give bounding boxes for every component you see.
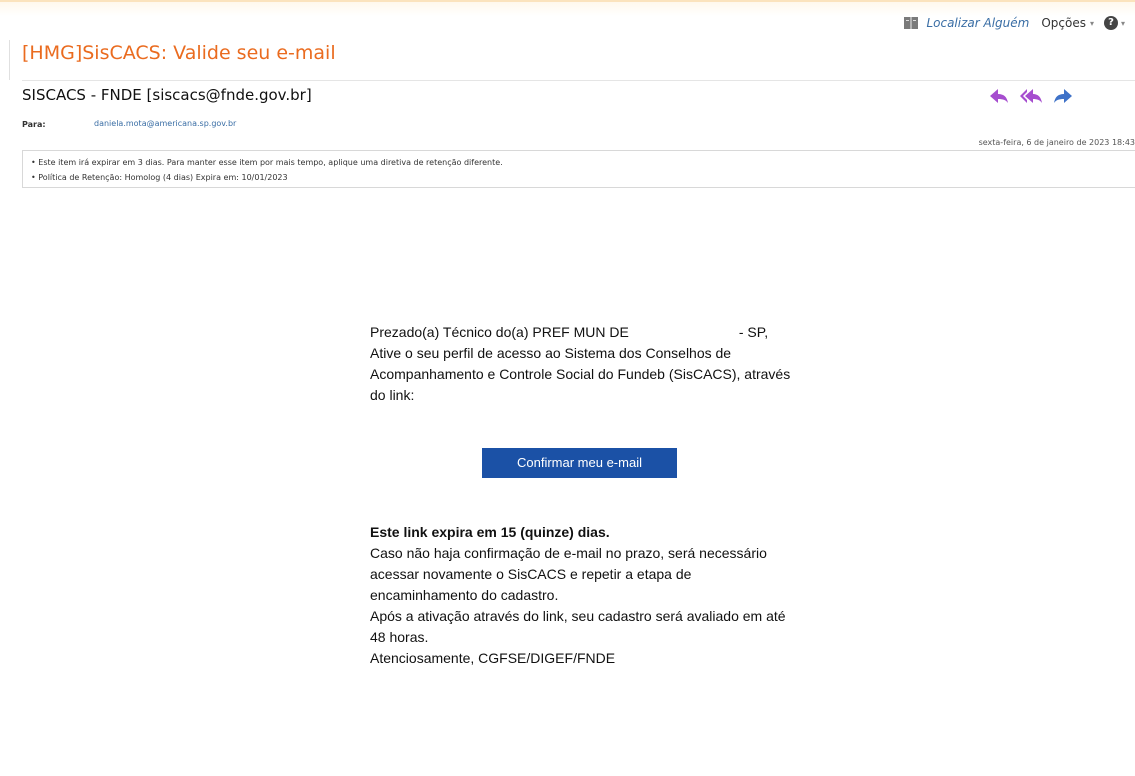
greeting-prefix: Prezado(a) Técnico do(a) PREF MUN DE: [370, 324, 629, 340]
confirm-email-button[interactable]: Confirmar meu e-mail: [482, 448, 677, 478]
reply-icon[interactable]: [988, 86, 1010, 106]
help-chevron-down-icon[interactable]: ▾: [1121, 19, 1125, 28]
options-chevron-down-icon[interactable]: ▾: [1090, 19, 1094, 28]
help-icon[interactable]: ?: [1103, 16, 1118, 30]
message-body-intro: Prezado(a) Técnico do(a) PREF MUN DE - SP…: [370, 322, 800, 406]
intro-text: Ative o seu perfil de acesso ao Sistema …: [370, 345, 791, 403]
evaluation-text: Após a ativação através do link, seu cad…: [370, 608, 786, 645]
expiry-title: Este link expira em 15 (quinze) dias.: [370, 524, 610, 540]
forward-icon[interactable]: [1052, 86, 1074, 106]
divider: [9, 40, 10, 80]
top-bar: Localizar Alguém Opções ▾ ? ▾: [0, 0, 1135, 40]
message-actions: [988, 86, 1074, 106]
to-label: Para:: [22, 120, 46, 129]
message-body-details: Este link expira em 15 (quinze) dias. Ca…: [370, 522, 800, 669]
reply-all-icon[interactable]: [1020, 86, 1042, 106]
top-toolbar: Localizar Alguém Opções ▾ ? ▾: [904, 14, 1125, 32]
message-date: sexta-feira, 6 de janeiro de 2023 18:43: [978, 138, 1135, 147]
notice-line: • Este item irá expirar em 3 dias. Para …: [31, 158, 503, 167]
options-menu[interactable]: Opções: [1041, 16, 1086, 30]
greeting-suffix: - SP,: [738, 324, 769, 340]
recipient-link[interactable]: daniela.mota@americana.sp.gov.br: [94, 119, 236, 128]
find-someone-link[interactable]: Localizar Alguém: [926, 16, 1029, 30]
address-book-icon[interactable]: [904, 17, 919, 29]
divider: [22, 80, 1135, 81]
retention-notice: • Este item irá expirar em 3 dias. Para …: [22, 150, 1135, 188]
message-sender: SISCACS - FNDE [siscacs@fnde.gov.br]: [22, 86, 312, 104]
signature: Atenciosamente, CGFSE/DIGEF/FNDE: [370, 650, 616, 666]
expiry-text: Caso não haja confirmação de e-mail no p…: [370, 545, 767, 603]
message-subject: [HMG]SisCACS: Valide seu e-mail: [22, 42, 336, 64]
notice-line: • Política de Retenção: Homolog (4 dias)…: [31, 173, 288, 182]
greeting: Prezado(a) Técnico do(a) PREF MUN DE - SP…: [370, 322, 800, 343]
